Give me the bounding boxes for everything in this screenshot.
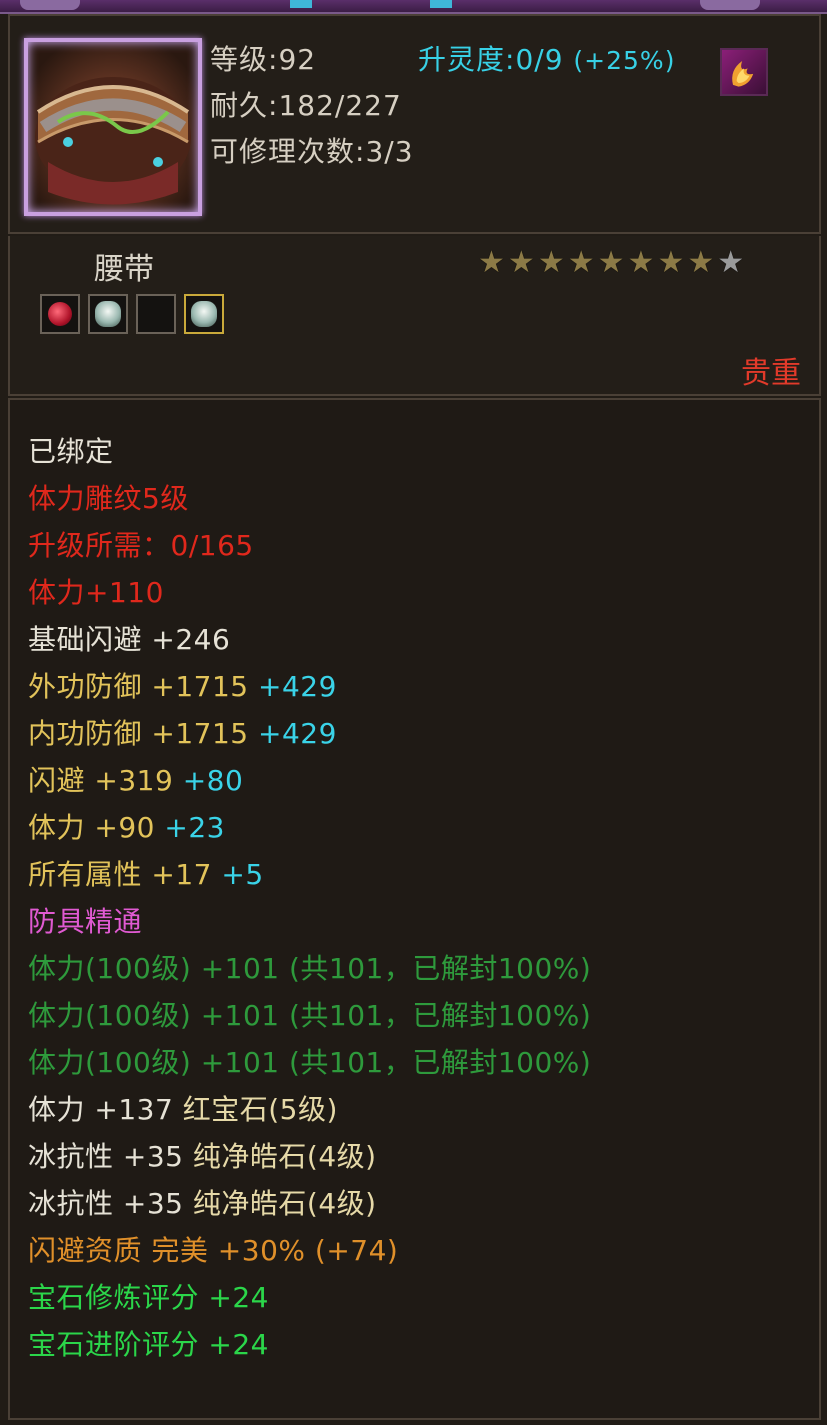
- attribute-text: 宝石修炼评分 +24: [28, 1281, 269, 1314]
- attribute-text: 体力 +90: [28, 811, 155, 844]
- attribute-line: 已绑定: [28, 430, 114, 470]
- star-filled-icon: ★: [507, 245, 535, 280]
- attribute-line: 基础闪避 +246: [28, 618, 230, 658]
- soul-value: :0/9: [505, 43, 564, 76]
- attribute-line: 内功防御 +1715 +429: [28, 712, 337, 752]
- attribute-text: 内功防御 +1715: [28, 717, 249, 750]
- attribute-line: 体力(100级) +101 (共101，已解封100%): [28, 947, 591, 987]
- attribute-text: 体力(100级) +101 (共101，已解封100%): [28, 1046, 592, 1079]
- repair-label: 可修理次数: [210, 135, 356, 168]
- repair-value: :3/3: [355, 135, 414, 168]
- attribute-line: 宝石修炼评分 +24: [28, 1276, 269, 1316]
- attribute-line: 闪避 +319 +80: [28, 759, 243, 799]
- socket-empty[interactable]: [136, 294, 176, 334]
- attribute-text: 体力(100级) +101 (共101，已解封100%): [28, 952, 592, 985]
- white-gem-icon: [95, 301, 121, 327]
- repair-stat: 可修理次数:3/3: [210, 130, 414, 170]
- attribute-text: 冰抗性 +35: [28, 1187, 184, 1220]
- attribute-list: 已绑定体力雕纹5级升级所需：0/165 体力+110 基础闪避 +246 外功防御 +…: [8, 398, 821, 1420]
- star-filled-icon: ★: [687, 245, 715, 280]
- level-label: 等级: [210, 43, 269, 76]
- gem-sockets: [40, 294, 224, 334]
- durability-stat: 耐久:182/227: [210, 84, 402, 124]
- belt-item-icon: [24, 38, 202, 216]
- attribute-text: 基础闪避 +246: [28, 623, 231, 656]
- soul-label: 升灵度: [418, 43, 506, 76]
- item-tooltip: 等级:92 升灵度:0/9 (+25%) 耐久:182/227 可修理次数:3/…: [0, 0, 827, 1425]
- attribute-line: 闪避资质 完美 +30% (+74): [28, 1229, 398, 1269]
- item-header: 等级:92 升灵度:0/9 (+25%) 耐久:182/227 可修理次数:3/…: [8, 14, 821, 234]
- star-filled-icon: ★: [567, 245, 595, 280]
- attribute-text: 所有属性 +17: [28, 858, 212, 891]
- attribute-bonus: +23: [155, 811, 225, 844]
- socket-white-gem[interactable]: [184, 294, 224, 334]
- star-empty-icon: ★: [717, 245, 745, 280]
- belt-icon: [35, 77, 191, 205]
- attribute-text: 外功防御 +1715: [28, 670, 249, 703]
- star-filled-icon: ★: [597, 245, 625, 280]
- attribute-line: 防具精通: [28, 900, 142, 940]
- attribute-line: 体力雕纹5级: [28, 477, 189, 517]
- tooltip-top-border: [0, 0, 827, 14]
- attribute-line: 宝石进阶评分 +24: [28, 1323, 269, 1363]
- attribute-line: 外功防御 +1715 +429: [28, 665, 337, 705]
- attribute-text: 防具精通: [28, 905, 143, 938]
- attribute-line: 体力 +90 +23: [28, 806, 225, 846]
- soul-flame-icon[interactable]: [720, 48, 768, 96]
- durability-value: :182/227: [268, 89, 402, 122]
- star-filled-icon: ★: [657, 245, 685, 280]
- soul-bonus: (+25%): [573, 46, 676, 75]
- attribute-line: 所有属性 +17 +5: [28, 853, 264, 893]
- attribute-gem-source: 纯净皓石(4级): [183, 1187, 377, 1220]
- item-summary: 腰带 ★ ★ ★ ★ ★ ★ ★ ★ ★ 贵重: [8, 236, 821, 396]
- attribute-gem-source: 纯净皓石(4级): [183, 1140, 377, 1173]
- level-value: :92: [268, 43, 317, 76]
- attribute-line: 体力 +137 红宝石(5级): [28, 1088, 338, 1128]
- attribute-text: 升级所需：0/165: [28, 529, 254, 562]
- durability-label: 耐久: [210, 89, 269, 122]
- soul-stat: 升灵度:0/9 (+25%): [418, 38, 675, 78]
- item-name: 腰带: [94, 252, 154, 287]
- attribute-bonus: +429: [248, 670, 337, 703]
- star-filled-icon: ★: [478, 245, 505, 280]
- star-filled-icon: ★: [537, 245, 565, 280]
- attribute-line: 体力+110: [28, 571, 164, 611]
- attribute-text: 体力 +137: [28, 1093, 174, 1126]
- attribute-line: 体力(100级) +101 (共101，已解封100%): [28, 1041, 591, 1081]
- attribute-line: 体力(100级) +101 (共101，已解封100%): [28, 994, 591, 1034]
- star-filled-icon: ★: [627, 245, 655, 280]
- attribute-text: 已绑定: [28, 435, 114, 468]
- quality-label: 贵重: [741, 356, 801, 391]
- attribute-line: 升级所需：0/165: [28, 524, 254, 564]
- border-gem: [290, 0, 312, 8]
- attribute-bonus: +429: [248, 717, 337, 750]
- attribute-bonus: +5: [212, 858, 264, 891]
- socket-red-gem[interactable]: [40, 294, 80, 334]
- attribute-text: 体力+110: [28, 576, 164, 609]
- socket-white-gem[interactable]: [88, 294, 128, 334]
- white-gem-icon: [191, 301, 217, 327]
- attribute-text: 宝石进阶评分 +24: [28, 1328, 269, 1361]
- attribute-gem-source: 红宝石(5级): [173, 1093, 338, 1126]
- border-ornament: [20, 0, 80, 10]
- attribute-line: 冰抗性 +35 纯净皓石(4级): [28, 1182, 377, 1222]
- attribute-bonus: +80: [173, 764, 244, 797]
- border-ornament: [700, 0, 760, 10]
- level-stat: 等级:92: [210, 38, 316, 78]
- attribute-text: 闪避 +319: [28, 764, 174, 797]
- star-rating: ★ ★ ★ ★ ★ ★ ★ ★ ★: [478, 248, 744, 278]
- attribute-text: 体力(100级) +101 (共101，已解封100%): [28, 999, 592, 1032]
- attribute-line: 冰抗性 +35 纯净皓石(4级): [28, 1135, 377, 1175]
- attribute-text: 闪避资质 完美 +30% (+74): [28, 1234, 399, 1267]
- border-gem: [430, 0, 452, 8]
- red-gem-icon: [48, 302, 72, 326]
- attribute-text: 体力雕纹5级: [28, 482, 189, 515]
- attribute-text: 冰抗性 +35: [28, 1140, 184, 1173]
